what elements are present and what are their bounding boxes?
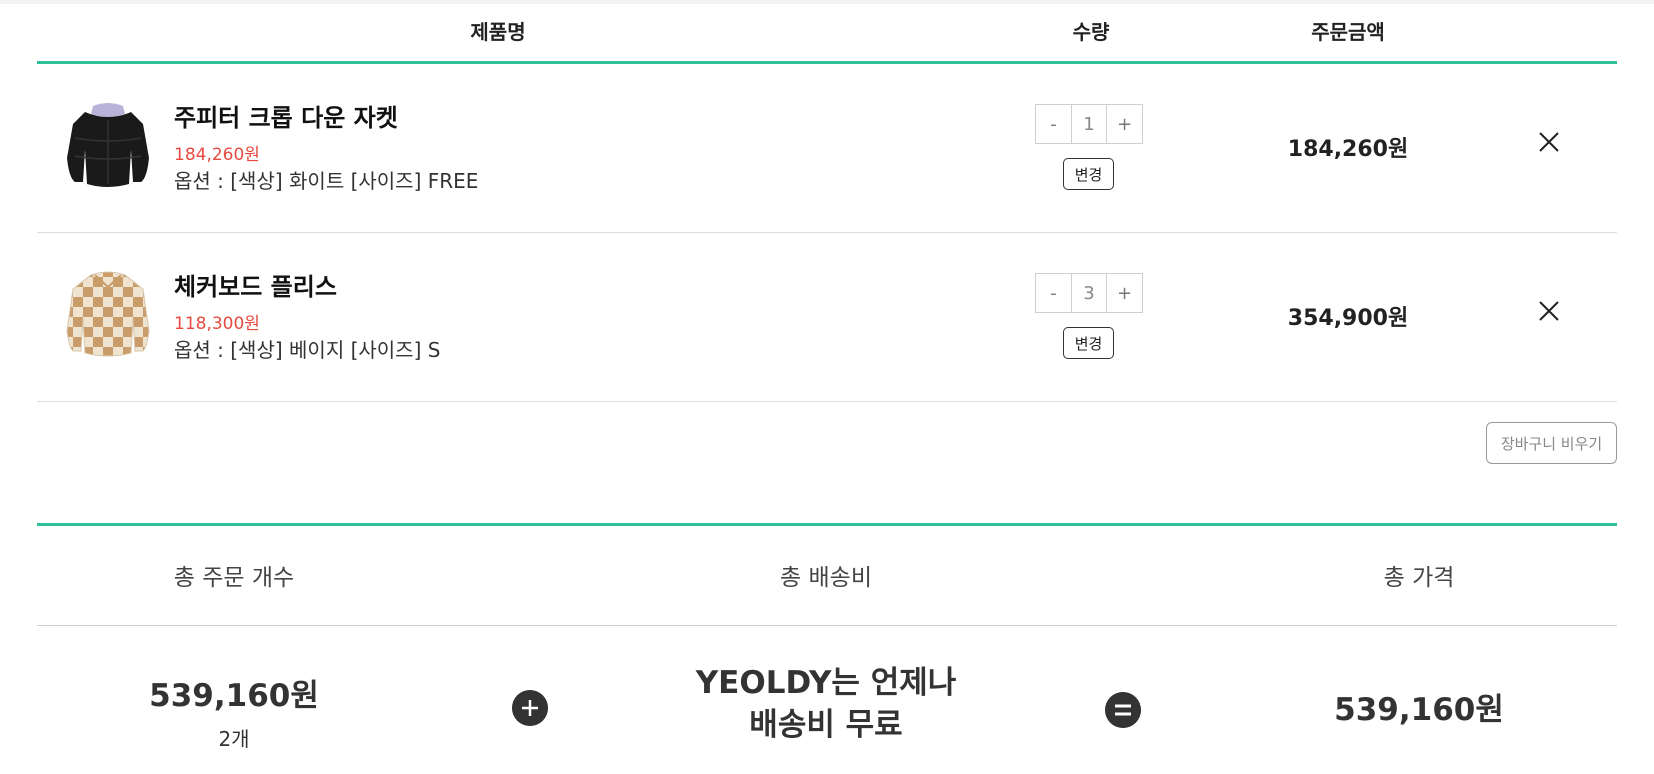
total-count-label: 총 주문 개수 — [173, 565, 295, 591]
total-shipping-label: 총 배송비 — [780, 565, 872, 591]
total-price-label: 총 가격 — [1383, 565, 1455, 591]
cart-table-header: 제품명 수량 주문금액 — [37, 0, 1617, 64]
header-product: 제품명 — [470, 20, 526, 44]
free-shipping-line-1: YEOLDY는 언제나 — [695, 665, 957, 701]
header-amount: 주문금액 — [1311, 20, 1385, 44]
close-icon[interactable] — [1537, 130, 1561, 154]
product-option: 옵션 : [색상] 베이지 [사이즈] S — [174, 338, 441, 362]
quantity-increase-button[interactable]: + — [1107, 274, 1142, 312]
quantity-stepper: - 3 + — [1035, 273, 1143, 313]
change-quantity-button[interactable]: 변경 — [1063, 327, 1114, 359]
change-quantity-button[interactable]: 변경 — [1063, 158, 1114, 190]
order-amount-total: 539,160원 — [149, 678, 319, 714]
quantity-input[interactable]: 1 — [1071, 105, 1107, 143]
black-puffer-jacket-image[interactable] — [63, 98, 153, 190]
product-name[interactable]: 체커보드 플리스 — [174, 267, 337, 302]
header-quantity: 수량 — [1072, 20, 1110, 44]
summary-inner-divider — [37, 625, 1617, 626]
free-shipping-message: YEOLDY는 언제나 배송비 무료 — [616, 662, 1036, 746]
empty-cart-button[interactable]: 장바구니 비우기 — [1486, 422, 1617, 464]
plus-icon — [512, 690, 548, 726]
free-shipping-line-2: 배송비 무료 — [749, 707, 903, 743]
quantity-input[interactable]: 3 — [1071, 274, 1107, 312]
quantity-stepper: - 1 + — [1035, 104, 1143, 144]
item-order-amount: 354,900원 — [1287, 306, 1409, 331]
close-icon[interactable] — [1537, 299, 1561, 323]
equals-icon — [1105, 692, 1141, 728]
final-total-price: 539,160원 — [1334, 692, 1504, 728]
cart-item-row: 체커보드 플리스 118,300원 옵션 : [색상] 베이지 [사이즈] S … — [37, 233, 1617, 402]
order-item-count: 2개 — [218, 727, 250, 751]
quantity-increase-button[interactable]: + — [1107, 105, 1142, 143]
product-option: 옵션 : [색상] 화이트 [사이즈] FREE — [174, 169, 479, 193]
quantity-decrease-button[interactable]: - — [1036, 274, 1071, 312]
product-price: 184,260원 — [174, 145, 260, 165]
checkerboard-fleece-image[interactable] — [63, 267, 153, 359]
cart-item-row: 주피터 크롭 다운 자켓 184,260원 옵션 : [색상] 화이트 [사이즈… — [37, 64, 1617, 233]
summary-divider — [37, 523, 1617, 526]
product-name[interactable]: 주피터 크롭 다운 자켓 — [174, 98, 398, 133]
item-order-amount: 184,260원 — [1287, 137, 1409, 162]
quantity-decrease-button[interactable]: - — [1036, 105, 1071, 143]
product-price: 118,300원 — [174, 314, 260, 334]
